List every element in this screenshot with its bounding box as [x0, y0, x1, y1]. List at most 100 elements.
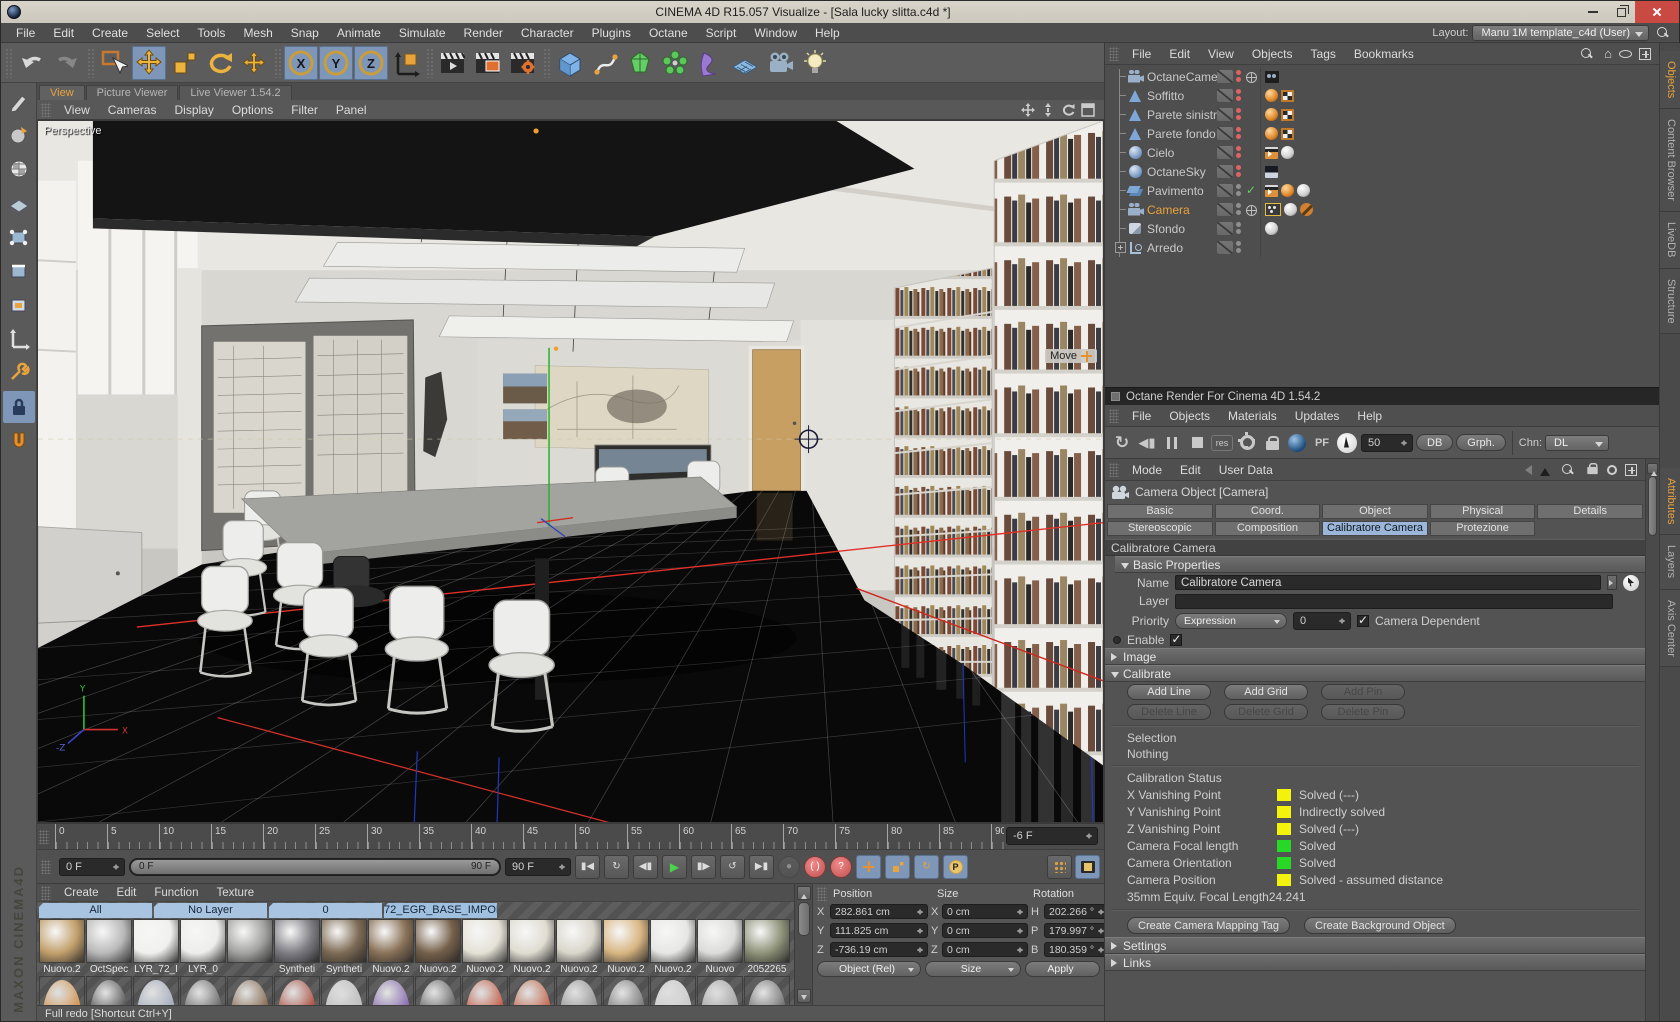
object-row[interactable]: Parete fondo [1105, 124, 1659, 143]
frame-offset-field[interactable]: -6 F [1006, 827, 1098, 845]
snap-lock-button[interactable] [2, 391, 35, 423]
compositing-tag[interactable] [1265, 184, 1278, 197]
material-thumbnail[interactable] [227, 919, 273, 963]
uvw-tag[interactable] [1281, 127, 1294, 140]
minimize-button[interactable] [1579, 2, 1607, 22]
attribute-tab[interactable]: Coord. [1214, 504, 1321, 519]
add-array-button[interactable] [658, 46, 692, 80]
material-thumbnail-partial[interactable] [133, 976, 179, 1005]
live-selection-button[interactable] [97, 46, 131, 80]
material-thumbnail-partial[interactable] [274, 976, 320, 1005]
pos-x-field[interactable]: 282.861 cm [830, 904, 928, 919]
uvw-tag[interactable] [1281, 108, 1294, 121]
enable-toggle[interactable] [1217, 222, 1233, 235]
previous-key-button[interactable]: ◀▮ [633, 854, 658, 879]
material-layer-tab[interactable]: No Layer [154, 903, 267, 918]
autokey-button[interactable]: ( ) [804, 855, 826, 878]
rot-p-field[interactable]: 179.997 ° [1044, 923, 1110, 938]
drag-grip-icon[interactable] [41, 885, 51, 900]
material-thumbnail-partial[interactable] [39, 976, 85, 1005]
material-thumbnail-partial[interactable] [321, 976, 367, 1005]
animation-dot-icon[interactable] [1113, 635, 1121, 644]
channel-dropdown[interactable]: DL [1545, 434, 1610, 451]
material-ball-button[interactable] [1286, 432, 1308, 454]
rot-h-field[interactable]: 202.266 ° [1044, 904, 1110, 919]
material-tag[interactable] [1281, 146, 1294, 159]
object-row[interactable]: Sfondo [1105, 219, 1659, 238]
home-icon[interactable]: ⌂ [1604, 47, 1612, 60]
layer-field[interactable] [1175, 593, 1613, 609]
viewport-maximize-icon[interactable] [1079, 102, 1096, 117]
size-y-field[interactable]: 0 cm [942, 923, 1028, 938]
arrow-icon[interactable] [1540, 463, 1550, 476]
enable-toggle[interactable] [1217, 241, 1233, 254]
visibility-dots[interactable] [1236, 108, 1241, 121]
name-field[interactable]: Calibratore Camera [1175, 575, 1601, 590]
object-state-icon[interactable] [1244, 70, 1258, 83]
render-passes-button[interactable] [1261, 432, 1283, 454]
scroll-thumb[interactable] [1648, 476, 1657, 536]
visibility-dots[interactable] [1236, 127, 1241, 140]
scale-tool-button[interactable] [167, 46, 201, 80]
viewport-menu-item[interactable]: Options [223, 103, 282, 117]
calibrate-button[interactable]: Delete Line [1127, 704, 1211, 720]
material-tag[interactable] [1265, 108, 1278, 121]
restart-render-button[interactable]: ↻ [1111, 432, 1133, 454]
menu-item[interactable]: Octane [640, 26, 697, 40]
enable-checkbox[interactable] [1170, 632, 1183, 646]
scroll-thumb[interactable] [797, 902, 810, 936]
octane-menu-item[interactable]: Updates [1286, 409, 1349, 423]
menu-item[interactable]: Render [455, 26, 512, 40]
calibrate-button[interactable]: Add Pin [1321, 684, 1405, 700]
calibrate-button[interactable]: Add Grid [1224, 684, 1308, 700]
material-thumbnail-partial[interactable] [180, 976, 226, 1005]
object-row[interactable]: Pavimento [1105, 181, 1659, 200]
rotate-tool-button[interactable] [202, 46, 236, 80]
viewport-3d[interactable]: Y X -Z Perspective Move [37, 120, 1104, 823]
material-thumbnail[interactable] [744, 919, 790, 963]
dock-tab[interactable]: Layers [1660, 535, 1680, 590]
object-name[interactable]: Camera [1147, 203, 1190, 217]
search-icon[interactable] [1581, 47, 1593, 60]
polygons-mode-button[interactable] [3, 289, 35, 321]
material-menu-item[interactable]: Function [145, 887, 207, 899]
record-parameter-toggle[interactable]: P [943, 854, 968, 879]
dock-tab[interactable]: LiveDB [1660, 212, 1680, 269]
add-light-button[interactable] [798, 46, 832, 80]
material-tag[interactable] [1265, 127, 1278, 140]
viewport-menu-item[interactable]: Filter [282, 103, 327, 117]
object-state-icon[interactable] [1244, 165, 1258, 178]
drag-grip-icon[interactable] [1109, 46, 1119, 61]
enable-toggle[interactable] [1217, 184, 1233, 197]
material-tag[interactable] [1284, 203, 1297, 216]
visibility-dots[interactable] [1236, 165, 1241, 178]
scroll-up-icon[interactable] [1647, 463, 1658, 476]
visibility-dots[interactable] [1236, 70, 1241, 83]
material-thumbnail[interactable] [415, 919, 461, 963]
resolution-lock-button[interactable]: res [1211, 434, 1233, 451]
object-name[interactable]: Parete fondo [1147, 127, 1216, 141]
object-manager-menu-item[interactable]: Edit [1160, 47, 1199, 61]
add-camera-button[interactable] [763, 46, 797, 80]
close-button[interactable] [1635, 1, 1679, 23]
material-layer-tab[interactable]: 72_EGR_BASE_IMPORT [384, 903, 497, 918]
object-name[interactable]: Cielo [1147, 146, 1174, 160]
make-editable-button[interactable] [3, 85, 35, 117]
material-menu-item[interactable]: Create [55, 887, 108, 899]
pos-y-field[interactable]: 111.825 cm [830, 923, 928, 938]
attribute-tab[interactable]: Physical [1429, 504, 1536, 519]
model-mode-button[interactable] [3, 119, 35, 151]
material-thumbnail[interactable] [39, 919, 85, 963]
enable-toggle[interactable] [1217, 127, 1233, 140]
material-layer-tab[interactable]: 0 [269, 903, 382, 918]
visibility-dots[interactable] [1236, 222, 1241, 235]
object-row[interactable]: Cielo [1105, 143, 1659, 162]
viewport-menu-item[interactable]: Panel [327, 103, 376, 117]
record-position-toggle[interactable] [856, 854, 881, 879]
material-thumbnail[interactable] [86, 919, 132, 963]
material-scrollbar[interactable] [794, 884, 812, 1005]
dock-tab[interactable]: Content Browser [1660, 109, 1680, 213]
menu-item[interactable]: Edit [44, 26, 83, 40]
material-thumbnail-partial[interactable] [556, 976, 602, 1005]
drag-grip-icon[interactable] [817, 887, 827, 901]
